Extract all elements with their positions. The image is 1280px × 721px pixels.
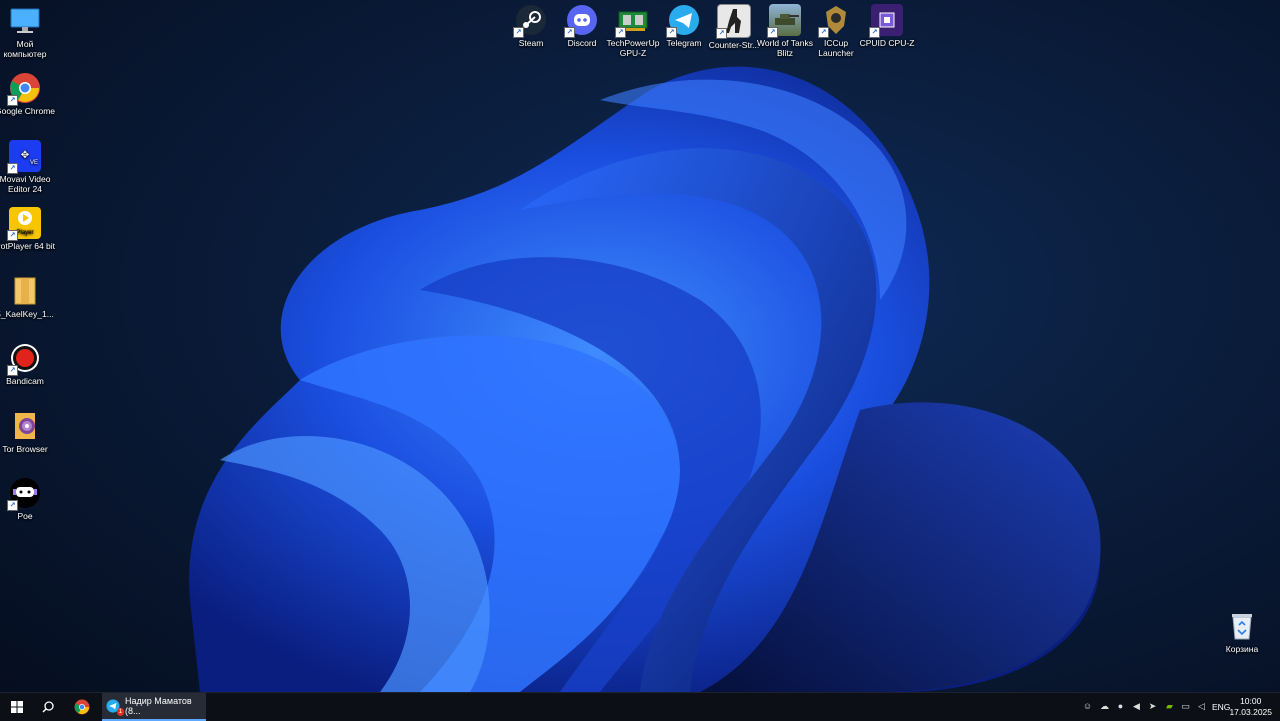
telegram-icon[interactable]: ➤ — [1147, 701, 1158, 712]
search-button[interactable] — [36, 693, 60, 721]
taskbar: 1 Надир Маматов (8... ☺ ☁ ● ◀ ➤ ▰ ▭ ◁ ▢ … — [0, 692, 1280, 721]
tor-icon — [9, 410, 41, 442]
shortcut-arrow-icon: ↗ — [666, 27, 677, 38]
desktop-icon-label: Google Chrome — [0, 106, 56, 116]
folder-icon — [9, 275, 41, 307]
clock-time: 10:00 — [1240, 696, 1262, 706]
desktop-icon-recycle-bin[interactable]: Корзина — [1212, 610, 1272, 654]
desktop-icon-kaelkey[interactable]: 5_KaelKey_1... — [0, 275, 55, 319]
shortcut-arrow-icon: ↗ — [7, 163, 18, 174]
onedrive-icon[interactable]: ☁ — [1099, 701, 1110, 712]
desktop-icon-label: Корзина — [1225, 644, 1259, 654]
wallpaper-bloom — [189, 66, 1101, 692]
taskbar-telegram-window[interactable]: 1 Надир Маматов (8... — [102, 693, 206, 721]
network-icon[interactable]: ▭ — [1180, 701, 1191, 712]
arrow-icon[interactable]: ◀ — [1131, 701, 1142, 712]
desktop-icon-label: 5_KaelKey_1... — [0, 309, 54, 319]
desktop-icon-my-computer[interactable]: Мой компьютер — [0, 5, 55, 59]
desktop-icon-label: Tor Browser — [2, 444, 48, 454]
iccup-icon: ↗ — [818, 4, 852, 38]
gpu-z-icon: ↗ — [615, 4, 649, 38]
clock-date: 17.03.2025 — [1229, 707, 1272, 717]
nvidia-icon[interactable]: ▰ — [1164, 701, 1175, 712]
shortcut-arrow-icon: ↗ — [869, 27, 880, 38]
desktop-icon-poe[interactable]: ↗ Poe — [0, 477, 55, 521]
shortcut-arrow-icon: ↗ — [767, 27, 778, 38]
language-indicator[interactable]: ENG — [1212, 702, 1230, 712]
search-icon — [42, 701, 54, 713]
steam-icon: ↗ — [513, 4, 547, 38]
movavi-icon: VE ✥ ↗ — [7, 140, 41, 174]
desktop-icon-tor-browser[interactable]: Tor Browser — [0, 410, 55, 454]
desktop-icon-label: CPUID CPU-Z — [859, 38, 915, 48]
window-title: Надир Маматов (8... — [125, 696, 192, 716]
shortcut-arrow-icon: ↗ — [615, 27, 626, 38]
clock[interactable]: 10:00 17.03.2025 — [1229, 696, 1272, 718]
shortcut-arrow-icon: ↗ — [564, 27, 575, 38]
poe-icon: ↗ — [7, 477, 41, 511]
desktop-icon-google-chrome[interactable]: ↗ Google Chrome — [0, 72, 55, 116]
taskbar-chrome-button[interactable] — [68, 693, 96, 721]
shortcut-arrow-icon: ↗ — [7, 95, 18, 106]
desktop-icon-bandicam[interactable]: ↗ Bandicam — [0, 342, 55, 386]
potplayer-icon: Player ↗ — [7, 207, 41, 241]
discord-icon: ↗ — [564, 4, 598, 38]
counter-strike-icon: ↗ — [716, 4, 751, 39]
shortcut-arrow-icon: ↗ — [7, 230, 18, 241]
start-button[interactable] — [4, 693, 30, 721]
shortcut-arrow-icon: ↗ — [818, 27, 829, 38]
shortcut-arrow-icon: ↗ — [7, 500, 18, 511]
desktop-icon-label: Мой компьютер — [3, 39, 47, 59]
cpu-z-icon: ↗ — [869, 4, 903, 38]
desktop-icon-label: Poe — [17, 511, 33, 521]
desktop-icon-label: Bandicam — [6, 376, 44, 386]
steam-icon[interactable]: ● — [1115, 701, 1126, 712]
windows-logo-icon — [11, 701, 23, 713]
world-of-tanks-icon: ↗ — [767, 4, 801, 38]
telegram-icon: ↗ — [666, 4, 700, 38]
chrome-icon: ↗ — [7, 72, 41, 106]
desktop-icon-movavi[interactable]: VE ✥ ↗ Movavi Video Editor 24 — [0, 140, 55, 194]
desktop-icon-label: PotPlayer 64 bit — [0, 241, 56, 251]
desktop-icon-potplayer[interactable]: Player ↗ PotPlayer 64 bit — [0, 207, 55, 251]
monitor-icon — [9, 5, 41, 37]
notification-badge: 1 — [116, 708, 124, 716]
desktop-icon-label: Movavi Video Editor 24 — [0, 174, 51, 194]
recycle-bin-icon — [1226, 610, 1258, 642]
bandicam-icon: ↗ — [7, 342, 41, 376]
desktop-icon-cpu-z[interactable]: ↗ CPUID CPU-Z — [857, 4, 917, 48]
movavi-badge: VE — [29, 160, 38, 166]
shortcut-arrow-icon: ↗ — [716, 28, 727, 39]
chrome-icon — [74, 699, 90, 715]
shortcut-arrow-icon: ↗ — [513, 27, 524, 38]
shortcut-arrow-icon: ↗ — [7, 365, 18, 376]
volume-icon[interactable]: ◁ — [1196, 701, 1207, 712]
potplayer-badge: Player — [16, 230, 34, 236]
chat-icon[interactable]: ☺ — [1082, 701, 1093, 712]
telegram-icon: 1 — [106, 699, 124, 716]
